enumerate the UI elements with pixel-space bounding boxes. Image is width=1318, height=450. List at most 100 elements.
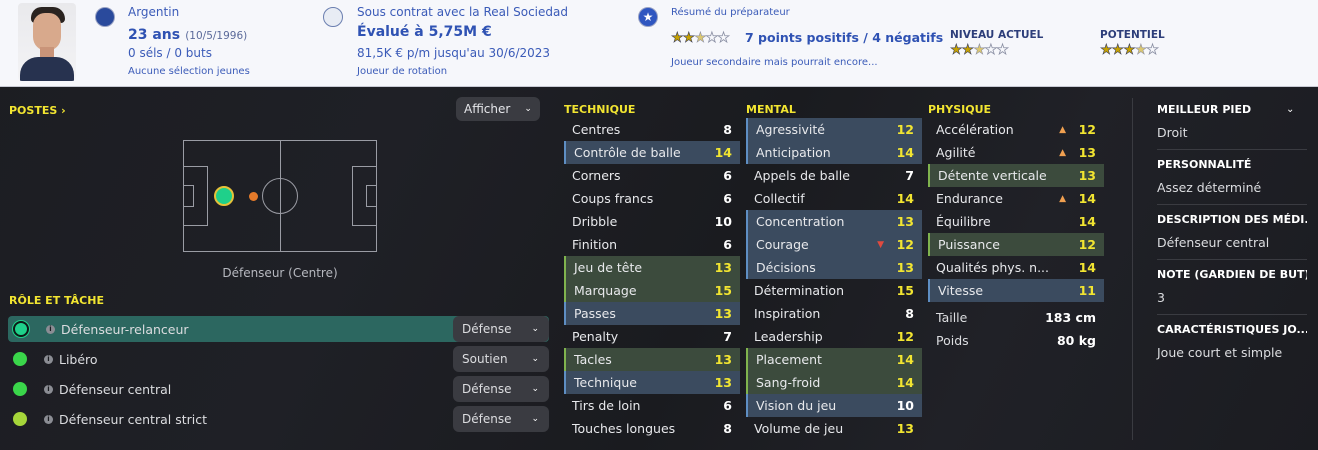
attribute-row[interactable]: Détermination 15: [746, 279, 922, 302]
attribute-row[interactable]: Détente verticale 13: [928, 164, 1104, 187]
attribute-row[interactable]: Volume de jeu 13: [746, 417, 922, 440]
attribute-row[interactable]: Jeu de tête 13: [564, 256, 740, 279]
info-icon[interactable]: i: [44, 414, 53, 424]
physical-title: PHYSIQUE: [928, 103, 992, 116]
nationality[interactable]: Argentin: [128, 5, 179, 19]
technical-attributes: Centres 8 Contrôle de balle 14 Corners 6 Coups…: [564, 118, 740, 440]
scout-stars: ★★★★★: [671, 30, 730, 46]
duty-label: Défense: [462, 382, 512, 396]
attribute-name: Tirs de loin: [572, 398, 641, 413]
info-icon[interactable]: i: [46, 324, 55, 334]
wage: 81,5K € p/m jusqu'au 30/6/2023: [357, 46, 551, 60]
current-ability-stars: ★★★★★: [950, 42, 1009, 58]
attribute-row[interactable]: Vitesse 11: [928, 279, 1104, 302]
role-suitability-dot: [13, 382, 27, 396]
attribute-row[interactable]: Leadership 12: [746, 325, 922, 348]
attribute-row[interactable]: Passes 13: [564, 302, 740, 325]
attribute-row[interactable]: Décisions 13: [746, 256, 922, 279]
duty-select[interactable]: Défense ⌄: [453, 406, 549, 432]
info-item[interactable]: DESCRIPTION DES MÉDI... Défenseur central: [1157, 213, 1307, 268]
attribute-name: Agressivité: [756, 122, 826, 137]
roles-title: RÔLE ET TÂCHE: [9, 294, 104, 307]
duty-select[interactable]: Défense ⌄: [453, 316, 549, 342]
caps[interactable]: 0 séls / 0 buts: [128, 46, 212, 60]
attribute-value: 12: [1078, 122, 1096, 137]
height-label: Taille: [936, 310, 968, 325]
contract-club[interactable]: Sous contrat avec la Real Sociedad: [357, 5, 568, 19]
position-marker-natural[interactable]: [214, 186, 234, 206]
attribute-value: 6: [723, 398, 732, 413]
info-icon[interactable]: i: [44, 354, 53, 364]
scout-summary[interactable]: 7 points positifs / 4 négatifs: [745, 30, 943, 45]
attribute-row[interactable]: Sang-froid 14: [746, 371, 922, 394]
attribute-name: Accélération: [936, 122, 1014, 137]
attribute-row[interactable]: Tacles 13: [564, 348, 740, 371]
height-value: 183 cm: [1045, 310, 1096, 325]
info-item[interactable]: CARACTÉRISTIQUES JO... Joue court et simp…: [1157, 323, 1307, 378]
info-item[interactable]: PERSONNALITÉ Assez déterminé: [1157, 158, 1307, 213]
attribute-row[interactable]: Corners 6: [564, 164, 740, 187]
attribute-row[interactable]: Touches longues 8: [564, 417, 740, 440]
positions-title[interactable]: POSTES ›: [9, 104, 66, 117]
role-suitability-dot: [13, 352, 27, 366]
player-profile-panel: Argentin 23 ans (10/5/1996) 0 séls / 0 b…: [0, 0, 1318, 450]
attribute-row[interactable]: Inspiration 8: [746, 302, 922, 325]
attribute-row[interactable]: Appels de balle 7: [746, 164, 922, 187]
attribute-row[interactable]: Marquage 15: [564, 279, 740, 302]
role-row[interactable]: i Défenseur central Défense ⌄: [8, 376, 549, 402]
attribute-row[interactable]: Endurance ▲ 14: [928, 187, 1104, 210]
info-icon[interactable]: i: [44, 384, 53, 394]
attribute-value: 14: [1078, 214, 1096, 229]
attribute-row[interactable]: Collectif 14: [746, 187, 922, 210]
attribute-value: 13: [896, 260, 914, 275]
info-key: MEILLEUR PIED: [1157, 103, 1252, 116]
attribute-name: Décisions: [756, 260, 816, 275]
attribute-value: 6: [723, 191, 732, 206]
trend-up-icon: ▲: [1059, 124, 1066, 135]
attribute-name: Détermination: [754, 283, 845, 298]
attribute-name: Finition: [572, 237, 618, 252]
attribute-row[interactable]: Qualités phys. n... 14: [928, 256, 1104, 279]
attribute-value: 13: [714, 306, 732, 321]
attribute-row[interactable]: Penalty 7: [564, 325, 740, 348]
attribute-row[interactable]: Centres 8: [564, 118, 740, 141]
attribute-row[interactable]: Accélération ▲ 12: [928, 118, 1104, 141]
squad-status: Joueur de rotation: [357, 66, 448, 77]
attribute-row[interactable]: Équilibre 14: [928, 210, 1104, 233]
duty-select[interactable]: Soutien ⌄: [453, 346, 549, 372]
show-button[interactable]: Afficher ⌄: [456, 97, 540, 121]
attribute-row[interactable]: Finition 6: [564, 233, 740, 256]
potential-stars: ★★★★★: [1100, 42, 1159, 58]
position-marker-secondary[interactable]: [249, 192, 258, 201]
attribute-value: 13: [1078, 145, 1096, 160]
age: 23 ans: [128, 27, 181, 43]
attribute-row[interactable]: Vision du jeu 10: [746, 394, 922, 417]
attribute-row[interactable]: Puissance 12: [928, 233, 1104, 256]
attribute-row[interactable]: Dribble 10: [564, 210, 740, 233]
attribute-name: Qualités phys. n...: [936, 260, 1050, 275]
role-row[interactable]: i Défenseur central strict Défense ⌄: [8, 406, 549, 432]
attribute-row[interactable]: Coups francs 6: [564, 187, 740, 210]
attribute-row[interactable]: Agilité ▲ 13: [928, 141, 1104, 164]
attribute-row[interactable]: Tirs de loin 6: [564, 394, 740, 417]
info-item[interactable]: NOTE (GARDIEN DE BUT) 3: [1157, 268, 1307, 323]
attribute-name: Touches longues: [572, 421, 676, 436]
attribute-row[interactable]: Placement 14: [746, 348, 922, 371]
club-crest-icon: [323, 7, 343, 27]
attribute-row[interactable]: Anticipation 14: [746, 141, 922, 164]
attribute-row[interactable]: Agressivité 12: [746, 118, 922, 141]
attribute-row[interactable]: Technique 13: [564, 371, 740, 394]
attribute-name: Courage: [756, 237, 809, 252]
duty-select[interactable]: Défense ⌄: [453, 376, 549, 402]
attribute-name: Vision du jeu: [756, 398, 837, 413]
info-item[interactable]: MEILLEUR PIED Droit: [1157, 103, 1307, 158]
attribute-value: 14: [1078, 191, 1096, 206]
attribute-row[interactable]: Contrôle de balle 14: [564, 141, 740, 164]
separator: [1157, 204, 1307, 205]
attribute-row[interactable]: Concentration 13: [746, 210, 922, 233]
attribute-value: 8: [723, 421, 732, 436]
role-row[interactable]: i Défenseur-relanceur Défense ⌄: [8, 316, 549, 342]
role-row[interactable]: i Libéro Soutien ⌄: [8, 346, 549, 372]
attribute-row[interactable]: Courage ▼ 12: [746, 233, 922, 256]
info-value: 3: [1157, 290, 1165, 305]
